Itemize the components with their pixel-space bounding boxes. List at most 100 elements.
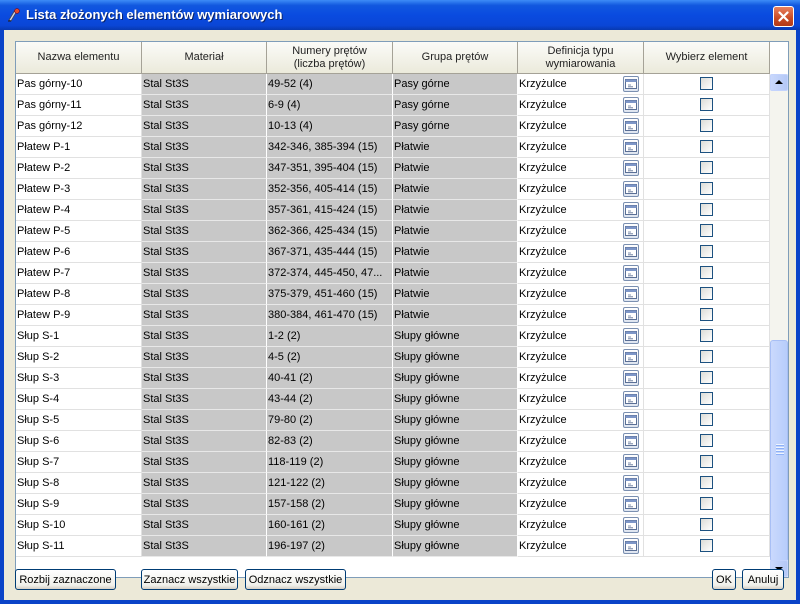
select-checkbox[interactable]	[700, 203, 713, 216]
table-row[interactable]: Słup S-9 Stal St3S 157-158 (2) Słupy główne…	[16, 494, 770, 515]
cell-definition[interactable]: Krzyżulce	[518, 473, 644, 494]
cell-definition[interactable]: Krzyżulce	[518, 452, 644, 473]
cell-select[interactable]	[644, 368, 770, 389]
close-button[interactable]	[773, 6, 794, 27]
cell-select[interactable]	[644, 536, 770, 557]
cell-select[interactable]	[644, 494, 770, 515]
cell-definition[interactable]: Krzyżulce	[518, 74, 644, 95]
select-checkbox[interactable]	[700, 413, 713, 426]
cell-select[interactable]	[644, 410, 770, 431]
edit-definition-button[interactable]	[623, 391, 639, 407]
select-checkbox[interactable]	[700, 224, 713, 237]
edit-definition-button[interactable]	[623, 97, 639, 113]
cell-name[interactable]: Pas górny-11	[16, 95, 142, 116]
vertical-scrollbar[interactable]	[770, 74, 788, 577]
table-row[interactable]: Słup S-10 Stal St3S 160-161 (2) Słupy główn…	[16, 515, 770, 536]
table-row[interactable]: Płatew P-6 Stal St3S 367-371, 435-444 (15)…	[16, 242, 770, 263]
cell-name[interactable]: Słup S-4	[16, 389, 142, 410]
edit-definition-button[interactable]	[623, 118, 639, 134]
table-row[interactable]: Płatew P-8 Stal St3S 375-379, 451-460 (15)…	[16, 284, 770, 305]
table-row[interactable]: Słup S-11 Stal St3S 196-197 (2) Słupy główn…	[16, 536, 770, 557]
table-row[interactable]: Pas górny-10 Stal St3S 49-52 (4) Pasy górne…	[16, 74, 770, 95]
select-checkbox[interactable]	[700, 98, 713, 111]
cell-select[interactable]	[644, 515, 770, 536]
cell-definition[interactable]: Krzyżulce	[518, 263, 644, 284]
edit-definition-button[interactable]	[623, 475, 639, 491]
select-checkbox[interactable]	[700, 497, 713, 510]
table-row[interactable]: Słup S-2 Stal St3S 4-5 (2) Słupy główne Krzy…	[16, 347, 770, 368]
cell-definition[interactable]: Krzyżulce	[518, 431, 644, 452]
table-row[interactable]: Płatew P-5 Stal St3S 362-366, 425-434 (15)…	[16, 221, 770, 242]
deselect-all-button[interactable]: Odznacz wszystkie	[245, 569, 346, 590]
cell-select[interactable]	[644, 242, 770, 263]
cell-name[interactable]: Słup S-2	[16, 347, 142, 368]
edit-definition-button[interactable]	[623, 160, 639, 176]
cell-select[interactable]	[644, 284, 770, 305]
table-row[interactable]: Słup S-4 Stal St3S 43-44 (2) Słupy główne Kr…	[16, 389, 770, 410]
table-row[interactable]: Słup S-7 Stal St3S 118-119 (2) Słupy główne…	[16, 452, 770, 473]
table-row[interactable]: Płatew P-2 Stal St3S 347-351, 395-404 (15)…	[16, 158, 770, 179]
split-selected-button[interactable]: Rozbij zaznaczone	[15, 569, 116, 590]
select-checkbox[interactable]	[700, 308, 713, 321]
edit-definition-button[interactable]	[623, 370, 639, 386]
scroll-up-button[interactable]	[770, 74, 788, 91]
select-checkbox[interactable]	[700, 182, 713, 195]
cell-definition[interactable]: Krzyżulce	[518, 536, 644, 557]
cell-name[interactable]: Płatew P-9	[16, 305, 142, 326]
select-checkbox[interactable]	[700, 392, 713, 405]
cell-name[interactable]: Pas górny-12	[16, 116, 142, 137]
table-row[interactable]: Słup S-8 Stal St3S 121-122 (2) Słupy główne…	[16, 473, 770, 494]
cell-name[interactable]: Płatew P-5	[16, 221, 142, 242]
cell-definition[interactable]: Krzyżulce	[518, 410, 644, 431]
cell-select[interactable]	[644, 347, 770, 368]
cell-name[interactable]: Słup S-5	[16, 410, 142, 431]
table-row[interactable]: Pas górny-11 Stal St3S 6-9 (4) Pasy górne Kr…	[16, 95, 770, 116]
select-checkbox[interactable]	[700, 266, 713, 279]
cell-select[interactable]	[644, 221, 770, 242]
table-row[interactable]: Płatew P-3 Stal St3S 352-356, 405-414 (15)…	[16, 179, 770, 200]
select-checkbox[interactable]	[700, 287, 713, 300]
edit-definition-button[interactable]	[623, 454, 639, 470]
cell-definition[interactable]: Krzyżulce	[518, 284, 644, 305]
select-checkbox[interactable]	[700, 245, 713, 258]
cell-definition[interactable]: Krzyżulce	[518, 200, 644, 221]
cell-select[interactable]	[644, 305, 770, 326]
header-definition[interactable]: Definicja typu wymiarowania	[518, 42, 644, 74]
edit-definition-button[interactable]	[623, 139, 639, 155]
cell-name[interactable]: Płatew P-8	[16, 284, 142, 305]
cell-name[interactable]: Płatew P-3	[16, 179, 142, 200]
cell-name[interactable]: Słup S-7	[16, 452, 142, 473]
edit-definition-button[interactable]	[623, 538, 639, 554]
header-material[interactable]: Materiał	[142, 42, 267, 74]
cell-definition[interactable]: Krzyżulce	[518, 368, 644, 389]
edit-definition-button[interactable]	[623, 286, 639, 302]
cell-name[interactable]: Słup S-8	[16, 473, 142, 494]
select-checkbox[interactable]	[700, 518, 713, 531]
table-row[interactable]: Płatew P-7 Stal St3S 372-374, 445-450, 47.…	[16, 263, 770, 284]
edit-definition-button[interactable]	[623, 244, 639, 260]
select-checkbox[interactable]	[700, 119, 713, 132]
cell-name[interactable]: Słup S-10	[16, 515, 142, 536]
cell-name[interactable]: Słup S-9	[16, 494, 142, 515]
select-checkbox[interactable]	[700, 539, 713, 552]
cell-select[interactable]	[644, 263, 770, 284]
edit-definition-button[interactable]	[623, 223, 639, 239]
cell-definition[interactable]: Krzyżulce	[518, 158, 644, 179]
cell-definition[interactable]: Krzyżulce	[518, 389, 644, 410]
select-checkbox[interactable]	[700, 161, 713, 174]
table-row[interactable]: Płatew P-4 Stal St3S 357-361, 415-424 (15)…	[16, 200, 770, 221]
title-bar[interactable]: Lista złożonych elementów wymiarowych	[0, 0, 800, 30]
header-select[interactable]: Wybierz element	[644, 42, 770, 74]
cell-definition[interactable]: Krzyżulce	[518, 305, 644, 326]
cancel-button[interactable]: Anuluj	[742, 569, 784, 590]
select-checkbox[interactable]	[700, 140, 713, 153]
table-row[interactable]: Słup S-1 Stal St3S 1-2 (2) Słupy główne Krzy…	[16, 326, 770, 347]
scroll-thumb[interactable]	[770, 340, 788, 562]
cell-select[interactable]	[644, 95, 770, 116]
select-all-button[interactable]: Zaznacz wszystkie	[141, 569, 238, 590]
table-row[interactable]: Płatew P-9 Stal St3S 380-384, 461-470 (15)…	[16, 305, 770, 326]
edit-definition-button[interactable]	[623, 349, 639, 365]
edit-definition-button[interactable]	[623, 496, 639, 512]
table-row[interactable]: Płatew P-1 Stal St3S 342-346, 385-394 (15)…	[16, 137, 770, 158]
table-row[interactable]: Słup S-5 Stal St3S 79-80 (2) Słupy główne Kr…	[16, 410, 770, 431]
